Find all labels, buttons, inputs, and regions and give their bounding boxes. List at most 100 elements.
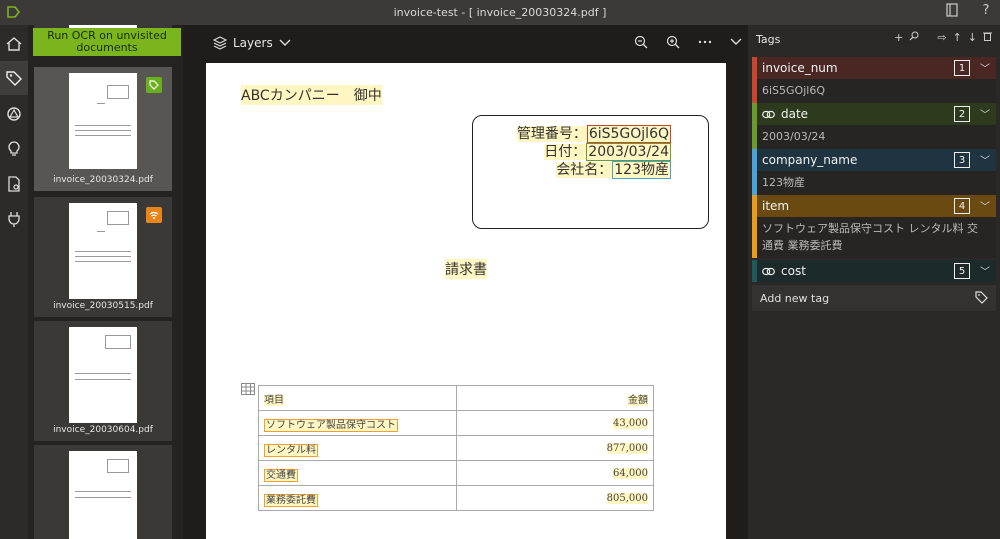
tag-index: 1 (954, 60, 970, 76)
tag-header[interactable]: item 4 ﹀ (752, 195, 996, 217)
chevron-down-icon[interactable]: ﹀ (980, 60, 990, 75)
app-logo-icon (7, 6, 21, 18)
thumbnail-invoice-20030324[interactable]: invoice_20030324.pdf (34, 67, 172, 191)
tag-index: 2 (954, 106, 970, 122)
add-icon[interactable]: + (894, 31, 903, 44)
zoom-in-icon[interactable] (666, 35, 680, 49)
chevron-down-icon[interactable]: ﹀ (980, 263, 990, 278)
thumbnail-invoice-20030604[interactable]: invoice_20030604.pdf (34, 321, 172, 441)
item-cell[interactable]: 業務委託費 (264, 493, 318, 507)
invoice-table: 項目 金額 ソフトウェア製品保守コスト 43,000 レンタル料 877,000… (258, 385, 654, 511)
thumbnail-next[interactable] (34, 445, 172, 539)
tag-header[interactable]: cost 5 ﹀ (752, 260, 996, 282)
tag-value: 2003/03/24 (752, 125, 996, 149)
window-title: invoice-test - [ invoice_20030324.pdf ] (393, 6, 607, 19)
thumbnail-label: invoice_20030324.pdf (53, 175, 153, 185)
field-management-number: 管理番号： 6iS5GOjl6Q (516, 123, 671, 143)
plug-icon[interactable] (0, 202, 28, 236)
tag-name: item (762, 199, 790, 213)
tag-icon[interactable] (0, 61, 28, 95)
chevron-down-icon[interactable]: ﹀ (980, 152, 990, 167)
tag-header[interactable]: company_name 3 ﹀ (752, 149, 996, 171)
field-label: 会社名： (556, 162, 613, 178)
thumbnail-invoice-20030515[interactable]: invoice_20030515.pdf (34, 197, 172, 317)
thumbnail-page (69, 327, 137, 423)
table-icon[interactable] (241, 383, 255, 395)
settings-file-icon[interactable] (0, 167, 28, 201)
link-icon (762, 110, 775, 118)
home-icon[interactable] (0, 27, 28, 61)
help-icon[interactable]: ? (978, 3, 994, 21)
chevron-down-icon (279, 39, 291, 46)
field-label: 日付： (544, 144, 587, 160)
thumbnail-label: invoice_20030604.pdf (53, 425, 153, 435)
lightbulb-icon[interactable] (0, 132, 28, 166)
link-icon (762, 267, 775, 275)
item-cell[interactable]: レンタル料 (264, 443, 318, 457)
tag-icon[interactable] (975, 291, 988, 304)
layers-dropdown[interactable]: Layers (213, 36, 291, 50)
tag-name: date (781, 107, 809, 121)
table-row: 業務委託費 805,000 (258, 485, 654, 511)
tag-value: 6iS5GOjl6Q (752, 79, 996, 103)
run-ocr-button[interactable]: Run OCR on unvisited documents (33, 28, 181, 56)
tag-value-text: ソフトウェア製品保守コスト レンタル料 交通費 業務委託費 (762, 222, 978, 252)
chevron-down-icon[interactable] (730, 36, 742, 48)
tag-company-name[interactable]: company_name 3 ﹀ 123物産 (752, 149, 996, 195)
tags-panel: Tags + ⇨ ↑ ↓ invoice_num 1 ﹀ 6iS5GOjl6Q … (748, 25, 1000, 539)
tag-value-text: 6iS5GOjl6Q (762, 84, 825, 97)
table-header[interactable]: 項目 (264, 394, 284, 406)
amount-cell[interactable]: 64,000 (613, 467, 648, 479)
more-icon[interactable] (698, 40, 712, 44)
tag-value: 123物産 (752, 171, 996, 195)
connection-icon[interactable] (0, 97, 28, 131)
tag-value-text: 123物産 (762, 176, 805, 189)
invoice-page: ABCカンパニー 御中 管理番号： 6iS5GOjl6Q 日付： 2003/03/2… (206, 63, 726, 539)
field-company: 会社名： 123物産 (556, 159, 671, 179)
delete-icon[interactable] (983, 31, 992, 44)
add-new-tag-input[interactable]: Add new tag (752, 285, 996, 311)
tag-name: cost (781, 264, 806, 278)
tag-cost[interactable]: cost 5 ﹀ (752, 260, 996, 282)
thumbnail-page (69, 203, 137, 299)
canvas-toolbar: Layers (183, 25, 748, 63)
layers-icon (213, 36, 227, 50)
tag-index: 5 (954, 263, 970, 279)
company-value[interactable]: 123物産 (612, 161, 671, 179)
document-canvas: Layers ABCカンパニー 御中 管理番号： 6iS5GOjl6Q 日付： 20… (183, 25, 748, 539)
thumbnail-page (69, 73, 137, 169)
chevron-down-icon[interactable]: ﹀ (980, 198, 990, 213)
tag-header[interactable]: invoice_num 1 ﹀ (752, 57, 996, 79)
item-cell[interactable]: ソフトウェア製品保守コスト (264, 418, 398, 432)
search-icon[interactable] (909, 31, 919, 44)
table-row: レンタル料 877,000 (258, 435, 654, 461)
left-nav (0, 25, 28, 539)
thumbnail-label: invoice_20030515.pdf (53, 301, 153, 311)
tag-invoice-num[interactable]: invoice_num 1 ﹀ 6iS5GOjl6Q (752, 57, 996, 103)
field-date: 日付： 2003/03/24 (544, 141, 671, 161)
tag-icon (146, 77, 162, 93)
table-header[interactable]: 金額 (628, 394, 648, 406)
layers-label: Layers (233, 36, 273, 50)
amount-cell[interactable]: 877,000 (606, 442, 648, 454)
recipient-text[interactable]: ABCカンパニー 御中 (241, 85, 382, 105)
table-row: 交通費 64,000 (258, 460, 654, 486)
item-cell[interactable]: 交通費 (264, 468, 298, 482)
tags-title: Tags (756, 33, 781, 46)
document-heading[interactable]: 請求書 (445, 259, 487, 279)
book-icon[interactable] (944, 3, 960, 21)
add-new-tag-label: Add new tag (760, 291, 830, 305)
move-down-icon[interactable]: ↓ (968, 31, 977, 44)
amount-cell[interactable]: 805,000 (606, 492, 648, 504)
zoom-out-icon[interactable] (634, 35, 648, 49)
tag-index: 4 (954, 198, 970, 214)
amount-cell[interactable]: 43,000 (613, 417, 648, 429)
move-up-icon[interactable]: ↑ (953, 31, 962, 44)
thumbnail-page (69, 451, 137, 539)
tag-date[interactable]: date 2 ﹀ 2003/03/24 (752, 103, 996, 149)
tag-index: 3 (954, 152, 970, 168)
tag-arrow-icon[interactable]: ⇨ (937, 31, 946, 44)
tag-header[interactable]: date 2 ﹀ (752, 103, 996, 125)
chevron-down-icon[interactable]: ﹀ (980, 106, 990, 121)
tag-item[interactable]: item 4 ﹀ ソフトウェア製品保守コスト レンタル料 交通費 業務委託費 (752, 195, 996, 258)
